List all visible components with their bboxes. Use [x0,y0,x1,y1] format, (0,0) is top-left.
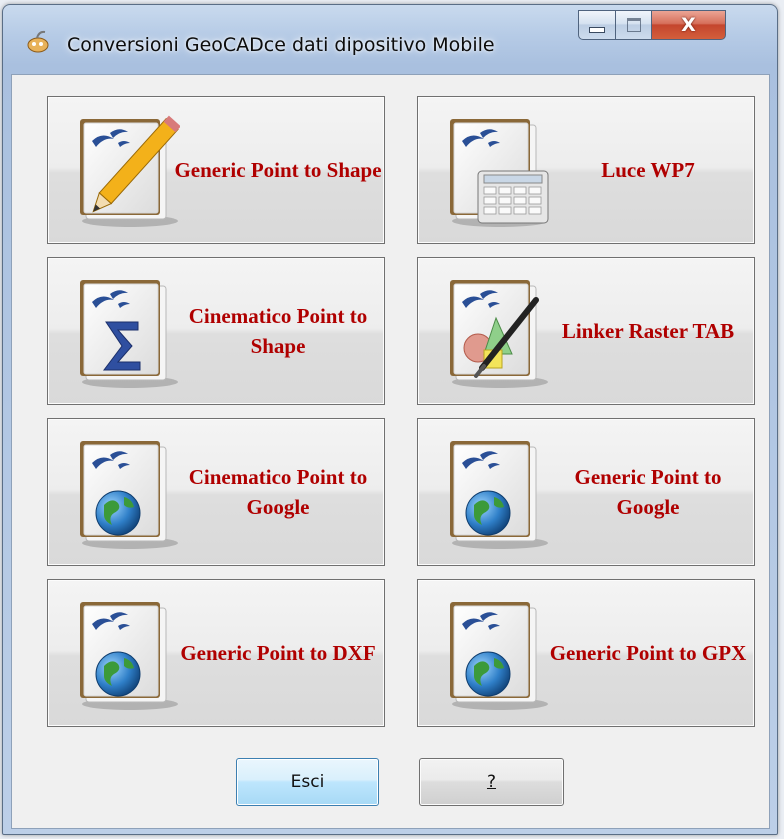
maximize-icon [626,18,641,32]
tile-label: Luce WP7 [601,158,695,182]
exit-button-label: Esci [290,772,325,792]
app-icon [27,30,49,53]
close-icon: X [681,14,696,36]
tile-linker-raster-tab[interactable]: Linker Raster TAB [417,257,755,405]
tile-label: Generic Point to Shape [174,158,382,182]
minimize-icon [589,26,605,33]
tile-generic-point-to-google[interactable]: Generic Point to Google [417,418,755,566]
globe-document-icon [68,596,180,712]
dialog-client-area: Generic Point to Shape Luce WP7 Cinemati… [11,74,770,829]
window-title: Conversioni GeoCADce dati dipositivo Mob… [67,34,495,56]
globe-document-icon [68,435,180,551]
calculator-document-icon [438,113,549,229]
drawing-document-icon [438,274,550,390]
application-window: Conversioni GeoCADce dati dipositivo Mob… [2,4,778,835]
tile-label: Cinematico Point to Shape [188,304,368,358]
help-button[interactable]: ? [419,758,564,806]
help-button-label: ? [486,772,497,792]
minimize-button[interactable] [578,10,616,40]
close-button[interactable]: X [652,10,726,40]
caption-buttons: X [578,10,726,40]
pencil-document-icon [68,115,180,229]
tile-generic-point-to-dxf[interactable]: Generic Point to DXF [47,579,385,727]
tile-label: Generic Point to GPX [549,641,747,665]
exit-button[interactable]: Esci [236,758,379,806]
tile-label: Generic Point to DXF [180,641,376,665]
globe-document-icon [438,596,550,712]
tile-generic-point-to-gpx[interactable]: Generic Point to GPX [417,579,755,727]
maximize-button[interactable] [616,10,652,40]
title-bar[interactable]: Conversioni GeoCADce dati dipositivo Mob… [3,5,777,69]
globe-document-icon [438,435,550,551]
tile-generic-point-to-shape[interactable]: Generic Point to Shape [47,96,385,244]
tile-cinematico-point-to-google[interactable]: Cinematico Point to Google [47,418,385,566]
tile-label: Cinematico Point to Google [188,465,368,519]
tile-luce-wp7[interactable]: Luce WP7 [417,96,755,244]
sigma-document-icon [68,274,180,390]
tile-label: Linker Raster TAB [561,319,735,343]
tile-label: Generic Point to Google [574,465,722,519]
tile-cinematico-point-to-shape[interactable]: Cinematico Point to Shape [47,257,385,405]
